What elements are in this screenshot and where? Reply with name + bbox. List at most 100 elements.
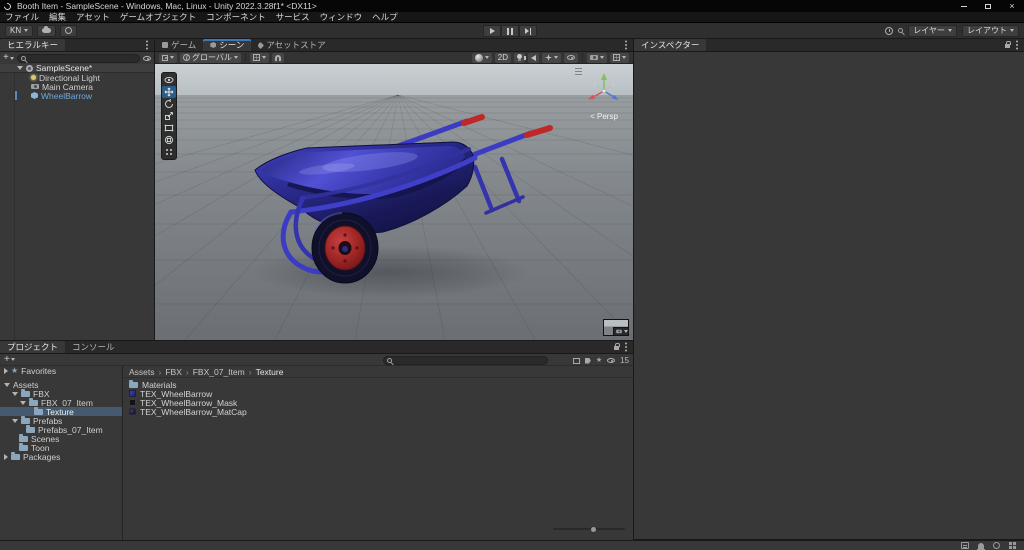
undo-history-icon[interactable] [885,26,894,35]
step-button[interactable] [519,25,537,37]
hierarchy-search-input[interactable] [27,53,136,63]
minimize-button[interactable] [952,0,976,12]
tool-handle-rotation-dropdown[interactable]: グローバル [180,52,241,63]
tab-hierarchy[interactable]: ヒエラルキー [0,39,66,51]
expand-arrow-icon[interactable] [17,66,23,70]
lock-icon[interactable] [614,343,620,350]
crumb-fbx-07-item[interactable]: FBX_07_Item [193,367,245,377]
lock-icon[interactable] [1005,41,1011,48]
hidden-objects-toggle[interactable] [564,52,578,63]
tab-scene-label: シーン [219,40,245,50]
tool-handle-position-dropdown[interactable] [159,52,177,63]
2d-toggle[interactable]: 2D [494,52,511,63]
menu-item-assets[interactable]: アセット [71,11,115,23]
crumb-assets[interactable]: Assets [129,367,155,377]
view-tool-icon [164,76,174,84]
scene-tools-palette [161,72,177,160]
account-dropdown[interactable]: KN [5,24,34,37]
chevron-down-icon [948,29,952,32]
speaker-icon [524,54,536,61]
expand-arrow-icon[interactable] [12,391,18,396]
tree-item-assets[interactable]: Assets [0,380,122,390]
folder-icon [21,415,30,424]
camera-settings-dropdown[interactable] [587,52,607,63]
expand-arrow-icon[interactable] [12,418,18,423]
maximize-button[interactable] [976,0,1000,12]
thumbnail-size-slider[interactable] [553,525,625,533]
inspector-panel: インスペクター [634,39,1024,540]
hidden-packages-icon[interactable] [607,358,616,363]
tree-item-packages[interactable]: Packages [0,451,122,462]
folder-icon [11,451,20,460]
view-tool-button[interactable] [162,74,176,86]
services-button[interactable] [60,24,78,37]
tab-scene[interactable]: シーン [203,39,252,51]
panel-menu-icon[interactable] [1016,44,1018,46]
rotate-tool-icon [165,99,173,108]
play-button[interactable] [483,25,501,37]
console-status-icon[interactable] [961,542,969,549]
breadcrumb: Assets › FBX › FBX_07_Item › Texture [124,366,633,378]
menu-item-edit[interactable]: 編集 [44,11,71,23]
pause-button[interactable] [501,25,519,37]
layout-dropdown[interactable]: レイアウト [962,24,1019,37]
camera-preview-toggle[interactable] [613,327,629,336]
tree-item-scenes[interactable]: Scenes [0,433,122,444]
global-search-icon[interactable] [898,28,904,33]
close-button[interactable]: × [1000,0,1024,12]
effects-dropdown[interactable] [542,52,561,63]
hierarchy-create-button[interactable]: + [3,53,14,63]
menu-item-component[interactable]: コンポーネント [201,11,271,23]
menu-item-gameobject[interactable]: ゲームオブジェクト [115,11,201,23]
tab-project[interactable]: プロジェクト [0,341,66,353]
move-tool-button[interactable] [162,86,176,98]
layers-dropdown[interactable]: レイヤー [908,24,957,37]
grid-snap-dropdown[interactable] [249,52,269,63]
menu-item-services[interactable]: サービス [271,11,315,23]
scene-viewport[interactable]: < Persp [155,64,633,340]
projection-mode-label[interactable]: < Persp [590,112,618,121]
file-item-tex-wheelbarrow-matcap[interactable]: TEX_WheelBarrow_MatCap [129,407,633,417]
panel-menu-icon[interactable] [625,44,627,46]
scene-audio-toggle[interactable] [524,52,539,63]
custom-tools-button[interactable] [162,146,176,158]
panel-menu-icon[interactable] [146,44,148,46]
expand-arrow-icon[interactable] [4,382,10,387]
gizmos-dropdown[interactable] [610,52,629,63]
tab-game[interactable]: ゲーム [155,39,203,51]
rect-tool-button[interactable] [162,122,176,134]
expand-arrow-icon[interactable] [4,453,8,460]
progress-tasks-icon[interactable] [1009,542,1016,549]
menu-item-help[interactable]: ヘルプ [367,11,403,23]
rotate-tool-button[interactable] [162,98,176,110]
save-search-icon[interactable]: ★ [596,357,602,364]
menu-item-window[interactable]: ウィンドウ [315,11,368,23]
scene-visibility-icon[interactable] [143,55,151,61]
menu-item-file[interactable]: ファイル [0,11,44,23]
snap-increment-toggle[interactable] [271,52,284,63]
project-search-input[interactable] [394,355,544,365]
scale-tool-button[interactable] [162,110,176,122]
slider-thumb[interactable] [591,526,596,532]
tree-item-toon[interactable]: Toon [0,442,122,453]
hierarchy-item-wheelbarrow[interactable]: WheelBarrow [0,91,154,101]
panel-menu-icon[interactable] [625,346,627,348]
tab-asset-store[interactable]: アセットストア [251,39,332,51]
expand-arrow-icon[interactable] [20,400,26,405]
tab-inspector[interactable]: インスペクター [634,39,707,51]
tab-console[interactable]: コンソール [65,341,122,353]
activity-indicator-icon[interactable] [993,542,1000,549]
tree-item-favorites[interactable]: ★ Favorites [0,366,122,376]
project-create-button[interactable]: + [4,354,15,364]
notifications-icon[interactable] [977,542,985,550]
crumb-texture[interactable]: Texture [256,367,284,377]
expand-arrow-icon[interactable] [4,367,8,374]
transform-tool-button[interactable] [162,134,176,146]
search-by-type-icon[interactable] [572,357,580,364]
crumb-fbx[interactable]: FBX [165,367,182,377]
tree-item-prefabs-07-item[interactable]: Prefabs_07_Item [0,424,122,435]
shading-mode-dropdown[interactable] [471,52,492,63]
search-by-label-icon[interactable] [584,357,591,364]
hierarchy-tree: SampleScene* Directional Light Main Came… [0,63,154,340]
cloud-button[interactable] [37,24,57,37]
